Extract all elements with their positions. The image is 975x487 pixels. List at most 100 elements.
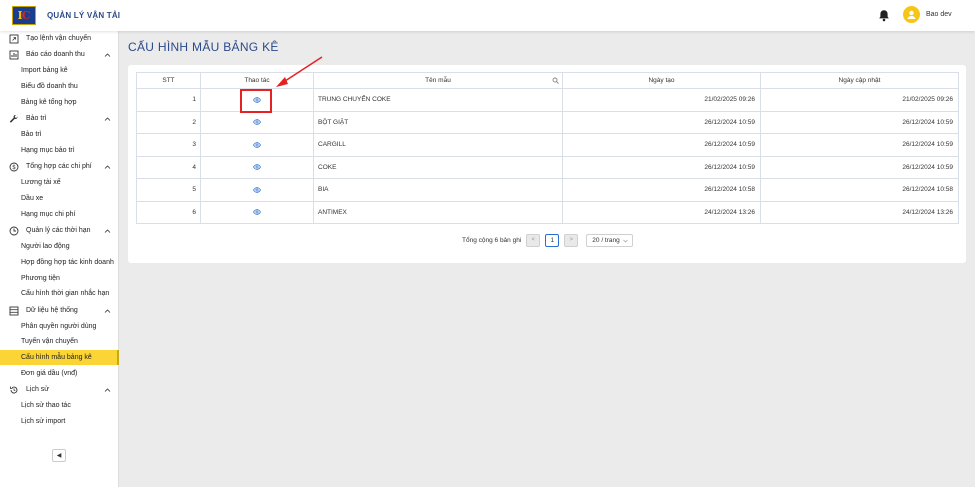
sidebar-group-5[interactable]: Dữ liệu hệ thống [0,303,119,319]
sidebar-item[interactable]: Dầu xe [0,191,119,206]
table-row: 5 BIA 26/12/2024 10:58 26/12/2024 10:58 [136,178,959,202]
cell-updated: 26/12/2024 10:59 [760,133,959,157]
eye-icon[interactable] [253,164,261,170]
sidebar-item[interactable]: Lương tài xế [0,175,119,190]
cell-stt: 1 [136,88,201,112]
eye-icon[interactable] [253,141,261,148]
column-header-created[interactable]: Ngày tạo [562,72,761,89]
cell-template-name: ANTIMEX [313,200,563,224]
table-row: 2 BỘT GIẶT 26/12/2024 10:59 26/12/2024 10:5… [136,110,959,134]
chevron-up-icon [104,229,111,233]
sidebar-item[interactable]: Cấu hình thời gian nhắc hạn [0,286,119,301]
cell-stt: 4 [136,155,201,179]
cell-created: 26/12/2024 10:58 [562,178,761,202]
user-icon [907,10,916,19]
sidebar-group-label: Dữ liệu hệ thống [26,306,78,314]
table-row: 4 COKE 26/12/2024 10:59 26/12/2024 10:59 [136,155,959,179]
page-title: CẤU HÌNH MẪU BẢNG KÊ [128,40,279,54]
eye-icon[interactable] [253,119,261,125]
chevron-right-icon: > [569,237,574,243]
user-name[interactable]: Bao dev [926,11,952,18]
page-size-select[interactable]: 20 / trang [586,233,634,247]
sidebar-item[interactable]: Hợp đồng hợp tác kinh doanh [0,255,119,270]
app-logo[interactable]: IC [12,6,36,25]
pagination-next-button[interactable]: > [564,233,579,247]
eye-icon[interactable] [253,209,261,215]
sidebar-collapse-button[interactable]: ◀ [52,449,66,462]
search-icon[interactable] [552,77,559,84]
sidebar-item[interactable]: Bảo trì [0,127,119,142]
chevron-up-icon [104,53,111,57]
cell-stt: 5 [136,178,201,202]
table-row: 3 CARGILL 26/12/2024 10:59 26/12/2024 10:59 [136,133,959,157]
clock-icon [9,226,19,236]
sidebar-group-2[interactable]: Bảo trì [0,111,119,127]
cell-actions [200,178,314,202]
cell-template-name: CARGILL [313,133,563,157]
sidebar-item-label: Phương tiện [21,274,60,282]
chevron-up-icon [104,388,111,393]
cell-created: 26/12/2024 10:59 [562,155,761,179]
sidebar-group-label: Tổng hợp các chi phí [26,163,92,170]
pagination-total: Tổng cộng 6 bản ghi [462,236,522,244]
sidebar-group-6[interactable]: Lịch sử [0,382,119,398]
cell-updated: 21/02/2025 09:26 [760,88,959,112]
sidebar-item-label: Cấu hình thời gian nhắc hạn [21,290,110,298]
cell-actions [200,155,314,179]
sidebar-item[interactable]: Phân quyền người dùng [0,319,119,334]
column-header-name-label: Tên mẫu [425,77,451,84]
sidebar-group-1[interactable]: Báo cáo doanh thu [0,47,119,63]
sidebar-item[interactable]: Tuyến vận chuyển [0,334,119,349]
sidebar-item-label: Cấu hình mẫu bảng kê [21,354,92,362]
chevron-up-icon [104,117,111,121]
history-icon [10,386,18,394]
sidebar-item-label: Bảng kê tổng hợp [21,98,77,106]
database-icon [9,306,19,316]
sidebar-group-4[interactable]: Quản lý các thời hạn [0,223,119,239]
sidebar-item-label: Lương tài xế [21,179,61,186]
cell-stt: 2 [136,110,201,134]
column-header-updated[interactable]: Ngày cập nhật [760,72,959,89]
column-header-name[interactable]: Tên mẫu [313,72,563,89]
cell-template-name: COKE [313,155,563,179]
bell-icon[interactable] [878,9,890,22]
sidebar-item[interactable]: Người lao động [0,239,119,254]
svg-text:$: $ [12,164,16,171]
column-header-stt[interactable]: STT [136,72,201,89]
sidebar-item[interactable]: Hạng mục bảo trì [0,143,119,158]
user-avatar[interactable] [903,6,920,23]
sidebar-item[interactable]: Biểu đồ doanh thu [0,79,119,94]
chart-icon [9,50,19,60]
pagination-page-1[interactable]: 1 [545,233,560,247]
sidebar-item[interactable]: Cấu hình mẫu bảng kê [0,350,119,366]
chevron-left-icon: < [531,237,536,243]
sidebar-item[interactable]: Hạng mục chi phí [0,207,119,222]
sidebar-item[interactable]: Bảng kê tổng hợp [0,95,119,110]
sidebar-group-label: Quản lý các thời hạn [26,226,91,234]
sidebar-item[interactable]: Phương tiện [0,271,119,286]
chevron-down-icon [623,239,629,242]
sidebar-item[interactable]: Import bảng kê [0,63,119,78]
sidebar-item[interactable]: Lịch sử thao tác [0,398,119,413]
table-row: 6 ANTIMEX 24/12/2024 13:26 24/12/2024 13:26 [136,200,959,224]
sidebar-item[interactable]: Lịch sử import [0,414,119,429]
chevron-up-icon [104,165,111,169]
sidebar-item-label: Tuyến vận chuyển [21,338,78,346]
sidebar-group-3[interactable]: $ Tổng hợp các chi phí [0,159,119,175]
sidebar-group-0[interactable]: Tạo lệnh vận chuyển [0,31,119,47]
cell-actions [200,110,314,134]
sidebar-item-label: Import bảng kê [21,67,68,74]
sidebar-item[interactable]: Đơn giá dầu (vnđ) [0,366,119,381]
external-link-icon [9,34,19,44]
eye-icon[interactable] [253,186,261,193]
pagination-prev-button[interactable]: < [526,233,541,247]
cell-created: 26/12/2024 10:59 [562,133,761,157]
cell-stt: 6 [136,200,201,224]
dollar-icon: $ [9,162,19,172]
cell-created: 24/12/2024 13:26 [562,200,761,224]
sidebar-item-label: Bảo trì [21,130,42,138]
app-title: QUẢN LÝ VẬN TẢI [47,11,121,20]
sidebar-item-label: Hạng mục chi phí [21,210,76,218]
pagination: Tổng cộng 6 bản ghi < 1 > 20 / trang [462,233,634,247]
wrench-icon [9,114,18,123]
